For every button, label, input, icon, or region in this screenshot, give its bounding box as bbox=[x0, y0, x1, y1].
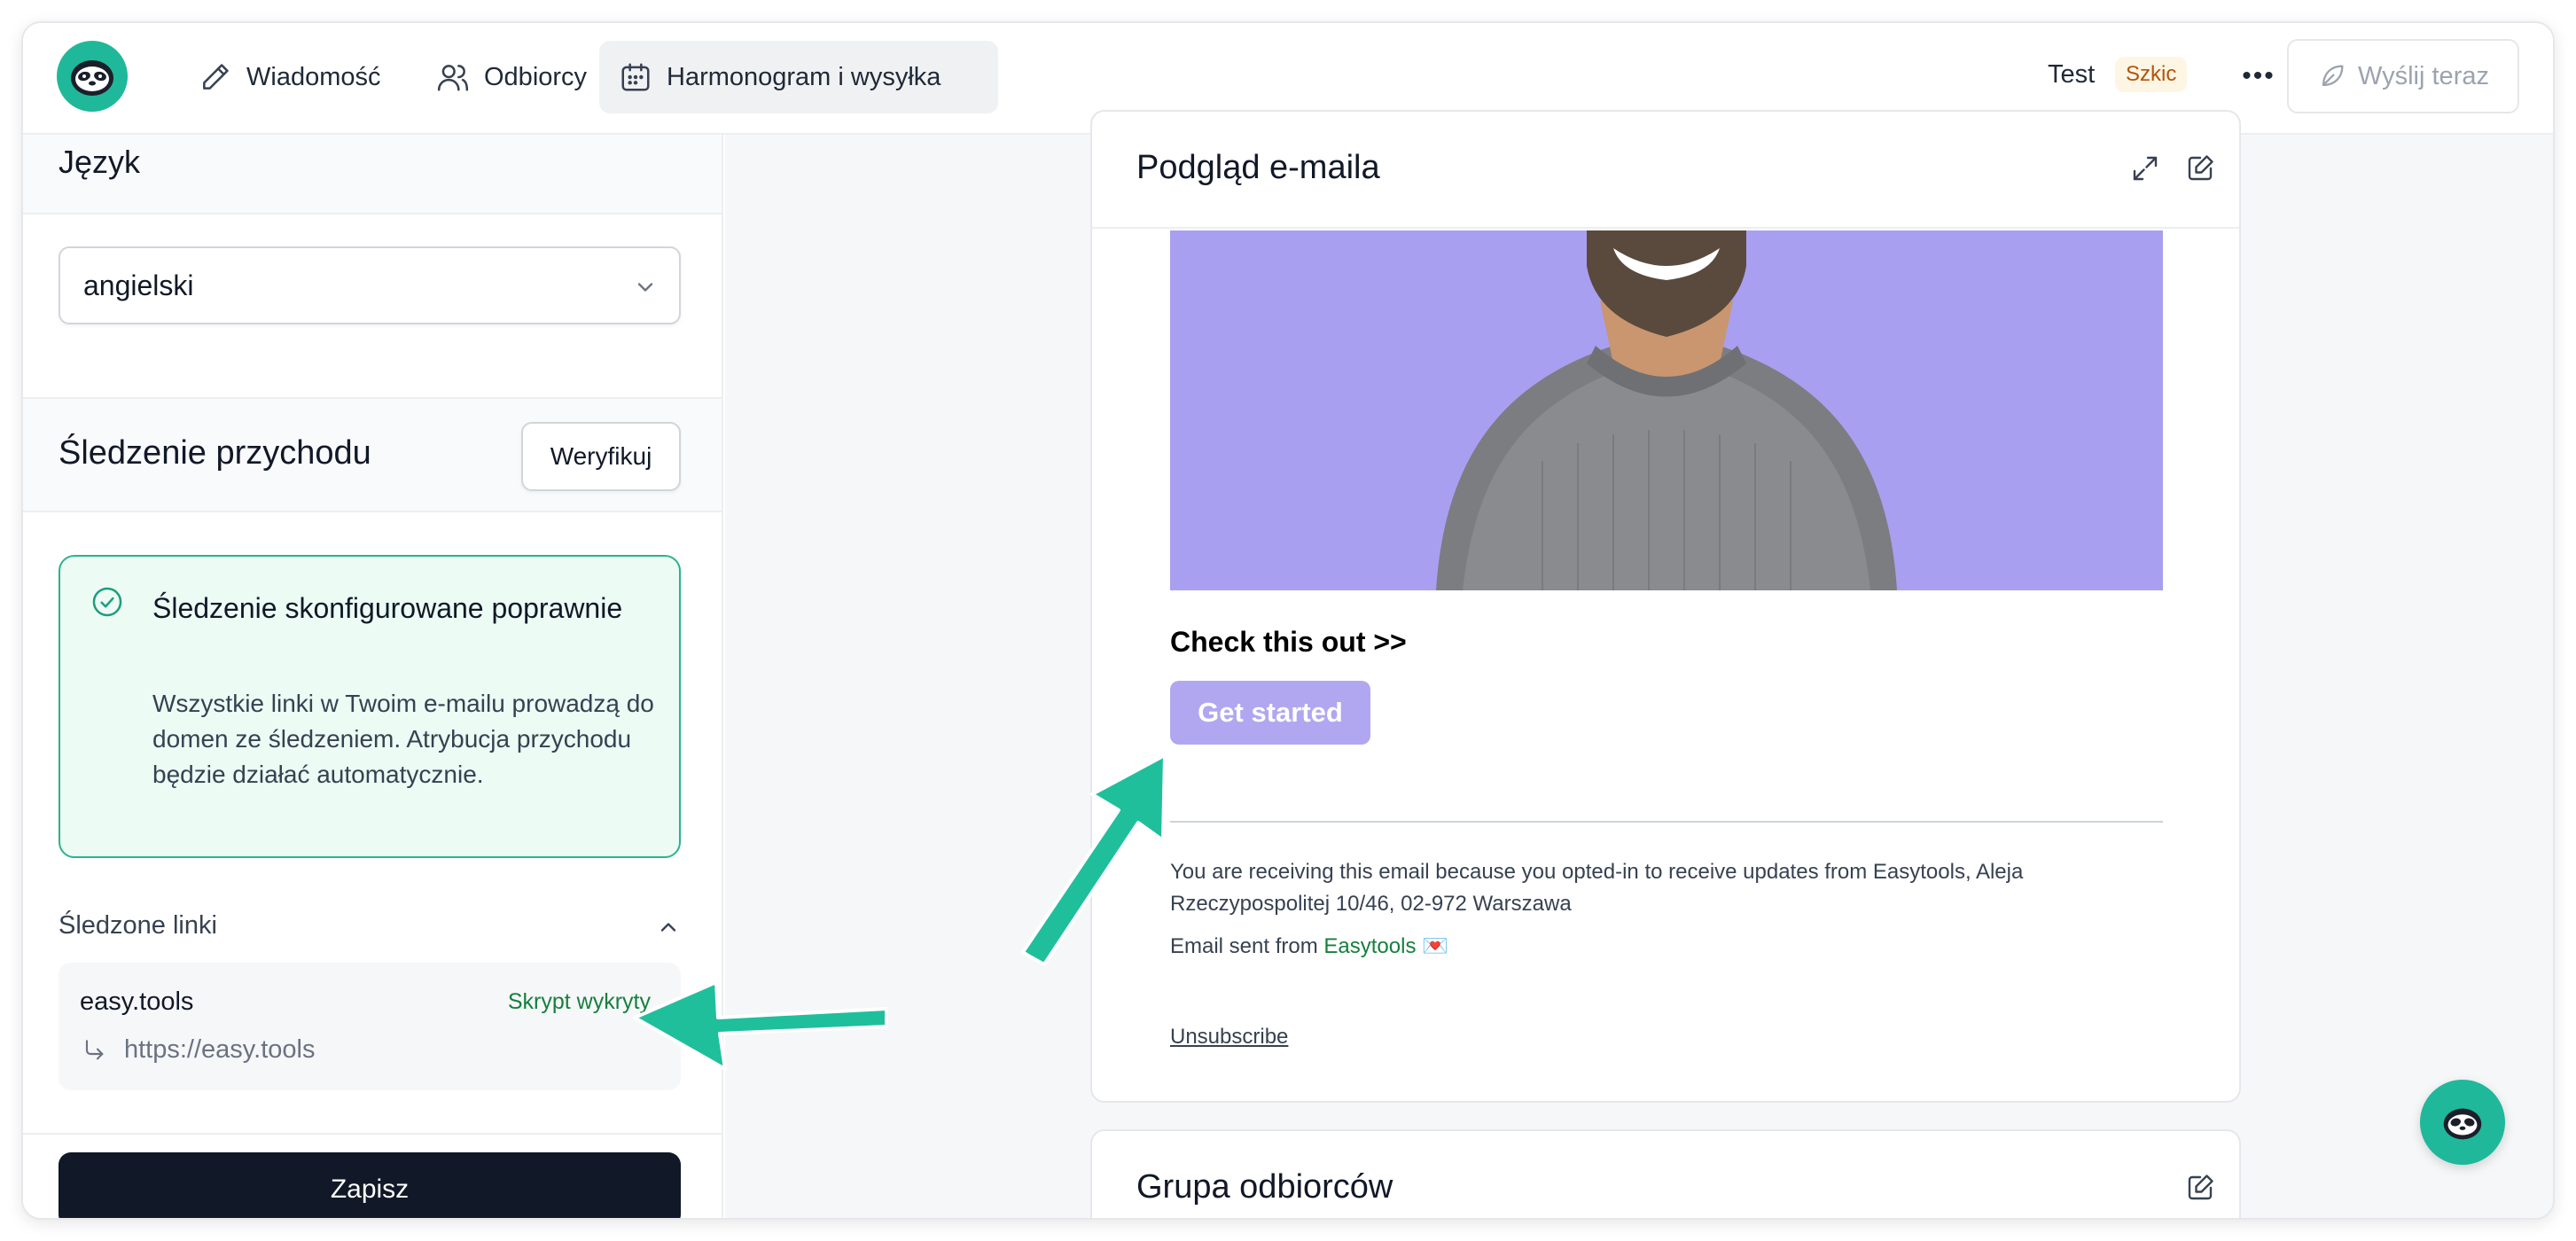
send-now-button[interactable]: Wyślij teraz bbox=[2287, 39, 2519, 113]
app-window: Wiadomość Odbiorcy Harmonogram i wysyłka… bbox=[21, 21, 2555, 1220]
email-sent-from-prefix: Email sent from bbox=[1170, 934, 1324, 958]
success-body: Wszystkie linki w Twoim e-mailu prowadzą… bbox=[152, 690, 654, 788]
email-footer-address: You are receiving this email because you… bbox=[1170, 860, 2024, 916]
email-divider bbox=[1170, 821, 2163, 823]
more-dots-icon: ••• bbox=[2242, 61, 2275, 90]
check-circle-icon bbox=[92, 587, 122, 617]
email-preview-title: Podgląd e-maila bbox=[1136, 149, 1380, 186]
preview-area: Podgląd e-maila Check this out >> Get st… bbox=[725, 110, 2553, 1218]
love-letter-emoji: 💌 bbox=[1422, 934, 1449, 958]
send-now-label: Wyślij teraz bbox=[2358, 61, 2489, 90]
more-options-button[interactable]: ••• bbox=[2237, 55, 2280, 98]
email-heading: Check this out >> bbox=[1170, 626, 1407, 658]
language-value: angielski bbox=[83, 269, 194, 301]
tab-message-label: Wiadomość bbox=[246, 62, 381, 91]
save-button[interactable]: Zapisz bbox=[59, 1152, 681, 1218]
success-title: Śledzenie skonfigurowane poprawnie bbox=[152, 592, 623, 624]
language-heading-bar: Język bbox=[23, 135, 722, 215]
settings-panel: Język angielski Śledzenie przychodu Wery… bbox=[23, 135, 723, 1218]
tab-recipients[interactable]: Odbiorcy bbox=[417, 41, 606, 113]
calendar-icon bbox=[621, 63, 650, 91]
tracked-links-toggle[interactable]: Śledzone linki bbox=[59, 902, 681, 947]
tracked-link-domain: easy.tools bbox=[80, 987, 194, 1016]
easytools-link[interactable]: Easytools bbox=[1323, 934, 1416, 958]
tab-schedule-send[interactable]: Harmonogram i wysyłka bbox=[599, 41, 998, 113]
email-hero-image bbox=[1170, 230, 2163, 590]
unsubscribe-link[interactable]: Unsubscribe bbox=[1170, 1025, 1288, 1050]
tracked-link-url-row: https://easy.tools bbox=[80, 1035, 315, 1065]
edit-external-icon[interactable] bbox=[2184, 1172, 2216, 1204]
language-heading: Język bbox=[59, 144, 141, 180]
corner-down-right-icon bbox=[85, 1039, 104, 1059]
verify-button[interactable]: Weryfikuj bbox=[521, 422, 681, 491]
edit-external-icon[interactable] bbox=[2184, 152, 2216, 184]
tab-schedule-send-label: Harmonogram i wysyłka bbox=[667, 62, 941, 91]
tracked-links-heading: Śledzone linki bbox=[59, 911, 217, 940]
chat-support-button[interactable] bbox=[2420, 1080, 2505, 1165]
get-started-button[interactable]: Get started bbox=[1170, 681, 1370, 745]
email-preview-header: Podgląd e-maila bbox=[1092, 137, 2239, 229]
tracked-link-item: easy.tools Skrypt wykryty https://easy.t… bbox=[59, 963, 681, 1090]
sloth-chat-icon bbox=[2443, 1108, 2482, 1140]
tab-message[interactable]: Wiadomość bbox=[179, 41, 401, 113]
sloth-logo-icon[interactable] bbox=[57, 41, 128, 112]
language-section: Język angielski bbox=[23, 135, 722, 324]
chevron-down-icon bbox=[637, 283, 653, 292]
revenue-tracking-heading: Śledzenie przychodu bbox=[59, 434, 371, 472]
chevron-up-icon bbox=[660, 923, 676, 932]
email-sent-from: Email sent from Easytools 💌 bbox=[1170, 931, 2163, 963]
tracked-link-url: https://easy.tools bbox=[124, 1035, 316, 1064]
script-detected-status: Skrypt wykryty bbox=[507, 989, 651, 1014]
recipient-group-title: Grupa odbiorców bbox=[1136, 1168, 1393, 1206]
expand-icon[interactable] bbox=[2129, 152, 2161, 184]
tracking-success-alert: Śledzenie skonfigurowane poprawnie Wszys… bbox=[59, 555, 681, 858]
leaf-icon bbox=[2322, 65, 2344, 87]
recipient-group-card: Grupa odbiorców bbox=[1090, 1129, 2241, 1218]
pencil-icon bbox=[203, 64, 229, 90]
revenue-tracking-header: Śledzenie przychodu Weryfikuj bbox=[23, 397, 722, 512]
language-select[interactable]: angielski bbox=[59, 246, 681, 324]
tab-recipients-label: Odbiorcy bbox=[484, 62, 588, 91]
email-preview-card: Podgląd e-maila Check this out >> Get st… bbox=[1090, 110, 2241, 1103]
status-badge: Szkic bbox=[2115, 57, 2188, 92]
campaign-name: Test bbox=[2048, 60, 2096, 89]
users-icon bbox=[437, 65, 469, 91]
